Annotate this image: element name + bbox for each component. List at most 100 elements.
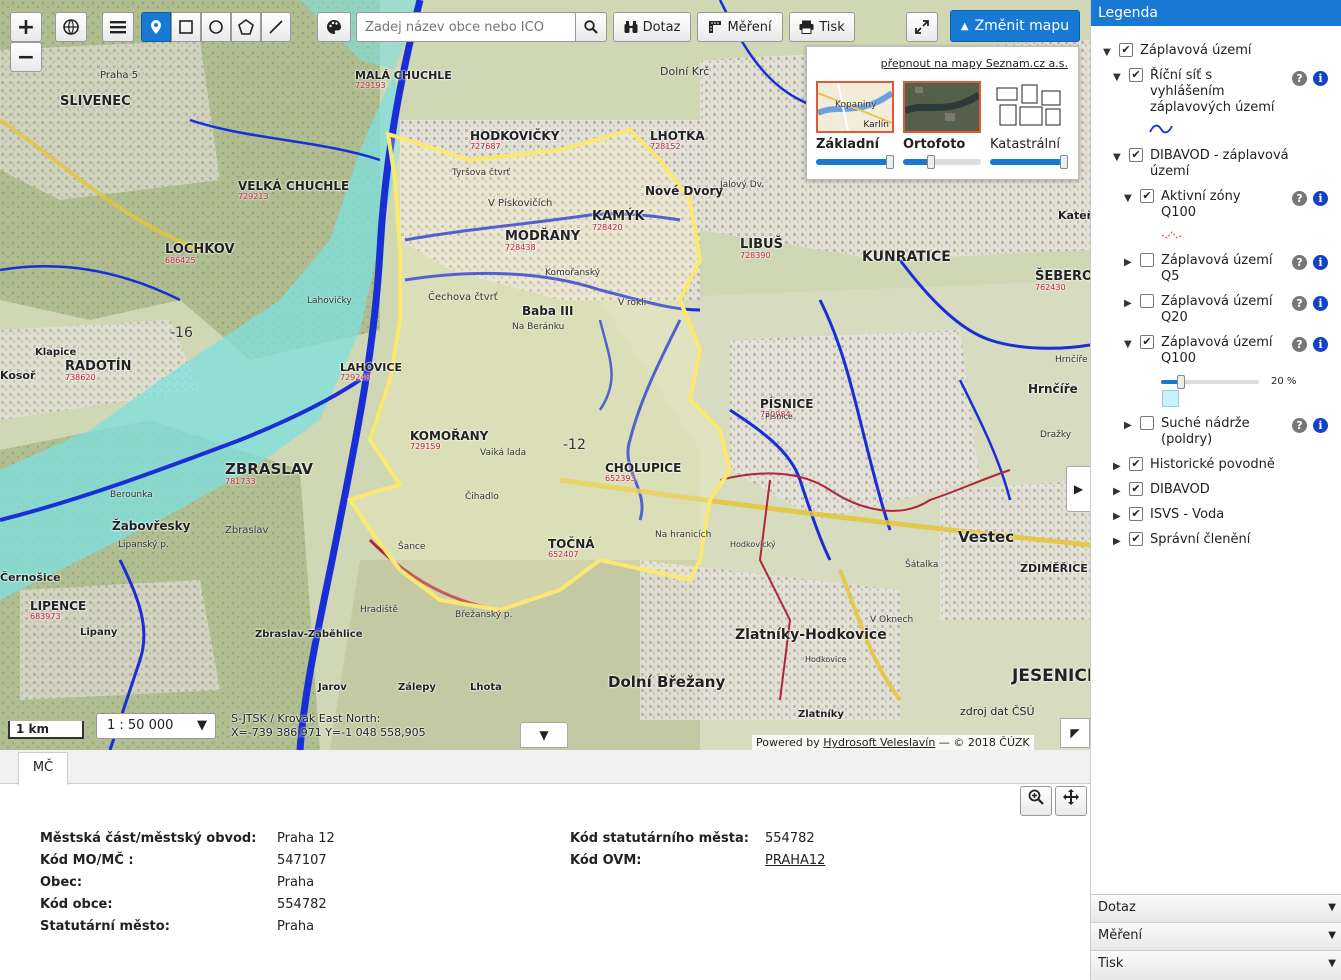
map-minor-label: V Oknech [870,615,914,625]
checkbox[interactable] [1140,253,1154,267]
caret-down-icon[interactable]: ▼ [1113,70,1121,86]
polygon-select-icon[interactable] [231,12,261,42]
map-place-label: Zálepy [398,682,436,693]
map-place-code: 686425 [165,255,196,265]
info-icon[interactable]: i [1313,255,1328,270]
checkbox[interactable]: ✔ [1119,43,1133,57]
search-icon[interactable] [575,12,607,42]
arrow-corner-icon: ◤ [1070,726,1080,740]
basemap-option-katastralni[interactable]: Katastrální [990,81,1068,169]
info-icon[interactable]: i [1313,418,1328,433]
help-icon[interactable]: ? [1292,71,1307,86]
caret-right-icon[interactable]: ▶ [1124,255,1132,271]
checkbox[interactable]: ✔ [1129,68,1143,82]
accordion-tisk[interactable]: Tisk ▼ [1091,950,1341,980]
pan-to-feature-icon[interactable] [1055,786,1087,816]
help-icon[interactable]: ? [1292,191,1307,206]
caret-down-icon[interactable]: ▼ [1113,150,1121,166]
caret-down-icon[interactable]: ▼ [1124,191,1132,207]
change-map-button[interactable]: ▲ Změnit mapu [950,10,1080,42]
help-icon[interactable]: ? [1292,296,1307,311]
zoom-to-feature-icon[interactable] [1020,786,1052,816]
caret-right-icon[interactable]: ▶ [1113,534,1121,550]
opacity-slider-zakladni[interactable] [816,155,894,169]
help-icon[interactable]: ? [1292,337,1307,352]
caret-down-icon[interactable]: ▼ [1124,337,1132,353]
opacity-slider-katastralni[interactable] [990,155,1068,169]
caret-down-icon[interactable]: ▼ [1103,45,1111,61]
checkbox[interactable] [1140,416,1154,430]
basemap-thumb-ortofoto[interactable] [903,81,981,133]
tab-mc[interactable]: MČ [18,752,68,785]
point-select-icon[interactable] [141,12,171,42]
basemap-option-zakladni[interactable]: Karlín Základní [816,81,894,169]
query-button[interactable]: Dotaz [613,12,691,42]
zoom-in-button[interactable]: + [10,12,42,42]
map-place-label: Kateřinky [1058,209,1090,222]
opacity-slider-ortofoto[interactable] [903,155,981,169]
checkbox[interactable]: ✔ [1140,189,1154,203]
map-minor-label: Na hranicích [655,530,712,540]
circle-select-icon[interactable] [201,12,231,42]
switch-seznam-link[interactable]: přepnout na mapy Seznam.cz a.s. [881,57,1068,70]
checkbox[interactable]: ✔ [1129,148,1143,162]
checkbox[interactable]: ✔ [1140,335,1154,349]
globe-icon[interactable] [55,12,87,42]
map-place-label: Lipany [80,627,118,638]
ovm-link[interactable]: PRAHA12 [765,850,825,872]
info-key: Obec: [40,875,83,890]
map-minor-label: Dražky [1040,430,1072,440]
accordion-mereni[interactable]: Měření ▼ [1091,922,1341,950]
search-input[interactable] [356,12,576,42]
expand-right-button[interactable]: ▶ [1066,466,1090,512]
map-place-code: 738620 [65,372,96,382]
caret-right-icon[interactable]: ▶ [1113,484,1121,500]
map-place-code: 729213 [238,191,269,201]
hydrosoft-link[interactable]: Hydrosoft Veleslavín [823,736,935,749]
checkbox[interactable]: ✔ [1129,457,1143,471]
info-icon[interactable]: i [1313,296,1328,311]
zoom-out-button[interactable]: − [10,42,42,72]
help-icon[interactable]: ? [1292,255,1307,270]
checkbox[interactable]: ✔ [1129,482,1143,496]
caret-right-icon[interactable]: ▶ [1124,418,1132,434]
line-select-icon[interactable] [261,12,291,42]
printer-icon [799,20,814,34]
map-view[interactable]: + − Dotaz Měření [0,0,1090,750]
measure-button[interactable]: Měření [697,12,783,42]
checkbox[interactable] [1140,294,1154,308]
basemap-thumb-katastralni[interactable] [990,81,1068,133]
caret-right-icon[interactable]: ▶ [1113,459,1121,475]
legend-label: DIBAVOD - záplavová území [1150,148,1289,179]
print-button[interactable]: Tisk [789,12,855,42]
collapse-panel-button[interactable]: ▼ [520,722,568,748]
q100-opacity-slider[interactable] [1161,375,1259,389]
map-place-code: 727687 [470,141,501,151]
info-icon[interactable]: i [1313,337,1328,352]
layers-menu-icon[interactable] [102,12,134,42]
basemap-option-ortofoto[interactable]: Ortofoto [903,81,981,169]
caret-down-icon: ▼ [539,728,549,742]
info-icon[interactable]: i [1313,71,1328,86]
map-minor-label: Berounka [110,490,153,500]
checkbox[interactable]: ✔ [1129,507,1143,521]
map-place-label: LIBUŠ 728390 [740,237,783,260]
accordion-dotaz[interactable]: Dotaz ▼ [1091,894,1341,922]
legend-label: Suché nádrže (poldry) [1161,416,1250,447]
checkbox[interactable]: ✔ [1129,532,1143,546]
q100-opacity-value: 20 % [1271,376,1297,387]
caret-right-icon[interactable]: ▶ [1124,296,1132,312]
map-minor-label: Zbraslav [225,525,269,536]
fullscreen-icon[interactable] [906,12,938,42]
info-value: 554782 [765,831,815,846]
palette-icon[interactable] [317,12,351,42]
info-icon[interactable]: i [1313,191,1328,206]
rectangle-select-icon[interactable] [171,12,201,42]
help-icon[interactable]: ? [1292,418,1307,433]
scale-select[interactable]: 1 : 50 000 ▼ [96,713,216,739]
river-symbol-icon [1149,124,1173,134]
corner-resize-button[interactable]: ◤ [1060,718,1090,748]
map-place-code: 728152 [650,141,681,151]
caret-right-icon[interactable]: ▶ [1113,509,1121,525]
info-key: Kód obce: [40,897,113,912]
